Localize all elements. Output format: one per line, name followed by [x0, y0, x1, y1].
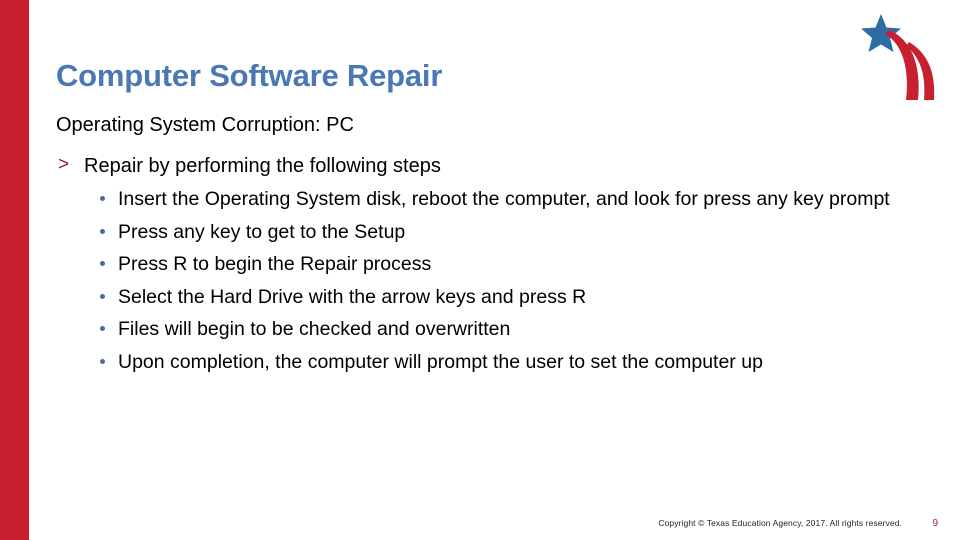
bullet-dot-icon: [100, 326, 105, 332]
slide: Computer Software Repair Operating Syste…: [0, 0, 960, 540]
left-accent-bar: [0, 0, 29, 540]
slide-subtitle: Operating System Corruption: PC: [56, 114, 354, 136]
list-item: Press any key to get to the Setup: [56, 221, 936, 244]
slide-body: Operating System Corruption: PC > Repair…: [56, 112, 936, 384]
level1-bullet: > Repair by performing the following ste…: [56, 152, 936, 180]
bullet-dot-icon: [100, 359, 105, 365]
list-item: Files will begin to be checked and overw…: [56, 318, 936, 341]
list-item: Press R to begin the Repair process: [56, 253, 936, 276]
star-icon: [861, 14, 901, 52]
list-item-label: Select the Hard Drive with the arrow key…: [118, 285, 587, 308]
swoosh-shapes: [885, 30, 935, 100]
bullet-dot-icon: [100, 228, 105, 234]
list-item: Upon completion, the computer will promp…: [56, 351, 936, 374]
bullet-dot-icon: [100, 261, 105, 267]
page-title: Computer Software Repair: [56, 58, 443, 93]
bullet-dot-icon: [100, 293, 105, 299]
list-item-label: Upon completion, the computer will promp…: [118, 351, 763, 374]
slide-footer: Copyright © Texas Education Agency, 2017…: [0, 512, 960, 532]
list-item-label: Insert the Operating System disk, reboot…: [118, 188, 890, 210]
list-item-label: Press R to begin the Repair process: [118, 253, 432, 276]
texas-education-agency-logo: [861, 14, 935, 100]
level2-bullet-list: Insert the Operating System disk, reboot…: [56, 188, 936, 374]
list-item: Select the Hard Drive with the arrow key…: [56, 286, 936, 309]
list-item-label: Files will begin to be checked and overw…: [118, 318, 511, 341]
list-item-label: Press any key to get to the Setup: [118, 220, 406, 243]
bullet-dot-icon: [100, 196, 105, 201]
chevron-right-marker-icon: >: [58, 154, 70, 175]
copyright-notice: Copyright © Texas Education Agency, 2017…: [658, 518, 902, 528]
level1-bullet-label: Repair by performing the following steps: [84, 155, 441, 177]
list-item: Insert the Operating System disk, reboot…: [56, 188, 936, 211]
page-number: 9: [932, 518, 938, 529]
